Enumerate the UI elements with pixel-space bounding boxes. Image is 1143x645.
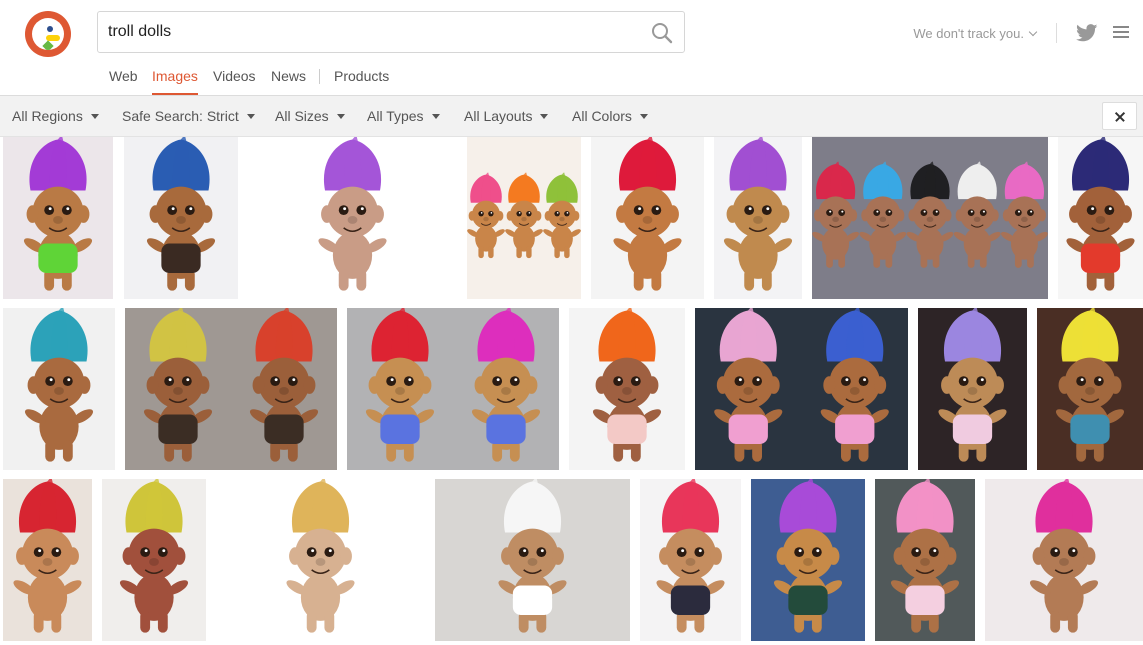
header-divider [1056, 23, 1057, 43]
troll-doll-image [751, 479, 865, 641]
image-result[interactable] [875, 479, 975, 641]
troll-doll-image [3, 479, 92, 641]
duck-icon [32, 18, 64, 50]
header: Web Images Videos News Products We don't… [0, 0, 1143, 96]
image-result[interactable] [695, 308, 908, 470]
image-result[interactable] [216, 479, 425, 641]
troll-doll-image [714, 137, 802, 299]
troll-doll-image [569, 308, 685, 470]
troll-doll-image [1058, 137, 1143, 299]
image-result[interactable] [751, 479, 865, 641]
troll-doll-image [875, 479, 975, 641]
filter-layouts[interactable]: All Layouts [464, 108, 549, 124]
troll-doll-image [467, 137, 581, 299]
troll-doll-image [248, 137, 457, 299]
tab-products[interactable]: Products [334, 68, 389, 84]
image-result[interactable] [714, 137, 802, 299]
troll-doll-image [347, 308, 559, 470]
search-icon [652, 23, 673, 44]
image-result[interactable] [347, 308, 559, 470]
search-button[interactable] [650, 21, 674, 45]
tab-web[interactable]: Web [109, 68, 138, 84]
troll-doll-image [102, 479, 206, 641]
troll-doll-image [216, 479, 425, 641]
image-result[interactable] [1037, 308, 1143, 470]
image-result[interactable] [985, 479, 1143, 641]
tab-images[interactable]: Images [152, 68, 198, 84]
close-filters-button[interactable] [1102, 102, 1137, 130]
image-result[interactable] [3, 308, 115, 470]
image-result[interactable] [3, 137, 113, 299]
menu-icon[interactable] [1113, 26, 1129, 39]
caret-down-icon [431, 114, 440, 119]
image-result[interactable] [918, 308, 1027, 470]
caret-down-icon [336, 114, 345, 119]
twitter-icon[interactable] [1076, 24, 1098, 42]
troll-doll-image [591, 137, 704, 299]
image-result[interactable] [467, 137, 581, 299]
active-tab-underline [152, 93, 198, 95]
filter-label: All Types [367, 108, 424, 124]
tracking-dropdown[interactable]: We don't track you. [913, 26, 1038, 41]
filter-bar: All Regions Safe Search: Strict All Size… [0, 96, 1143, 137]
troll-doll-image [640, 479, 741, 641]
image-result[interactable] [1058, 137, 1143, 299]
troll-doll-image [3, 308, 115, 470]
filter-types[interactable]: All Types [367, 108, 440, 124]
troll-doll-image [435, 479, 630, 641]
caret-down-icon [246, 114, 255, 119]
image-result[interactable] [125, 308, 337, 470]
troll-doll-image [1037, 308, 1143, 470]
image-result[interactable] [640, 479, 741, 641]
chevron-down-icon [1028, 27, 1038, 37]
image-result[interactable] [435, 479, 630, 641]
image-result[interactable] [248, 137, 457, 299]
filter-colors[interactable]: All Colors [572, 108, 648, 124]
caret-down-icon [90, 114, 99, 119]
caret-down-icon [540, 114, 549, 119]
filter-sizes[interactable]: All Sizes [275, 108, 345, 124]
filter-label: All Regions [12, 108, 83, 124]
troll-doll-image [985, 479, 1143, 641]
caret-down-icon [639, 114, 648, 119]
search-input[interactable] [108, 21, 628, 43]
filter-safe-search[interactable]: Safe Search: Strict [122, 108, 255, 124]
filter-label: Safe Search: Strict [122, 108, 239, 124]
image-result[interactable] [3, 479, 92, 641]
tab-videos[interactable]: Videos [213, 68, 256, 84]
tab-news[interactable]: News [271, 68, 306, 84]
search-box [97, 11, 685, 53]
image-result[interactable] [812, 137, 1048, 299]
filter-label: All Sizes [275, 108, 329, 124]
filter-regions[interactable]: All Regions [12, 108, 99, 124]
troll-doll-image [124, 137, 238, 299]
image-result[interactable] [591, 137, 704, 299]
filter-label: All Layouts [464, 108, 533, 124]
tracking-label: We don't track you. [913, 26, 1024, 41]
troll-doll-image [3, 137, 113, 299]
troll-doll-image [695, 308, 908, 470]
image-result[interactable] [102, 479, 206, 641]
filter-label: All Colors [572, 108, 632, 124]
image-result[interactable] [124, 137, 238, 299]
troll-doll-image [812, 137, 1048, 299]
duckduckgo-logo[interactable] [25, 11, 71, 57]
troll-doll-image [125, 308, 337, 470]
image-result[interactable] [569, 308, 685, 470]
nav-divider [319, 69, 320, 84]
troll-doll-image [918, 308, 1027, 470]
